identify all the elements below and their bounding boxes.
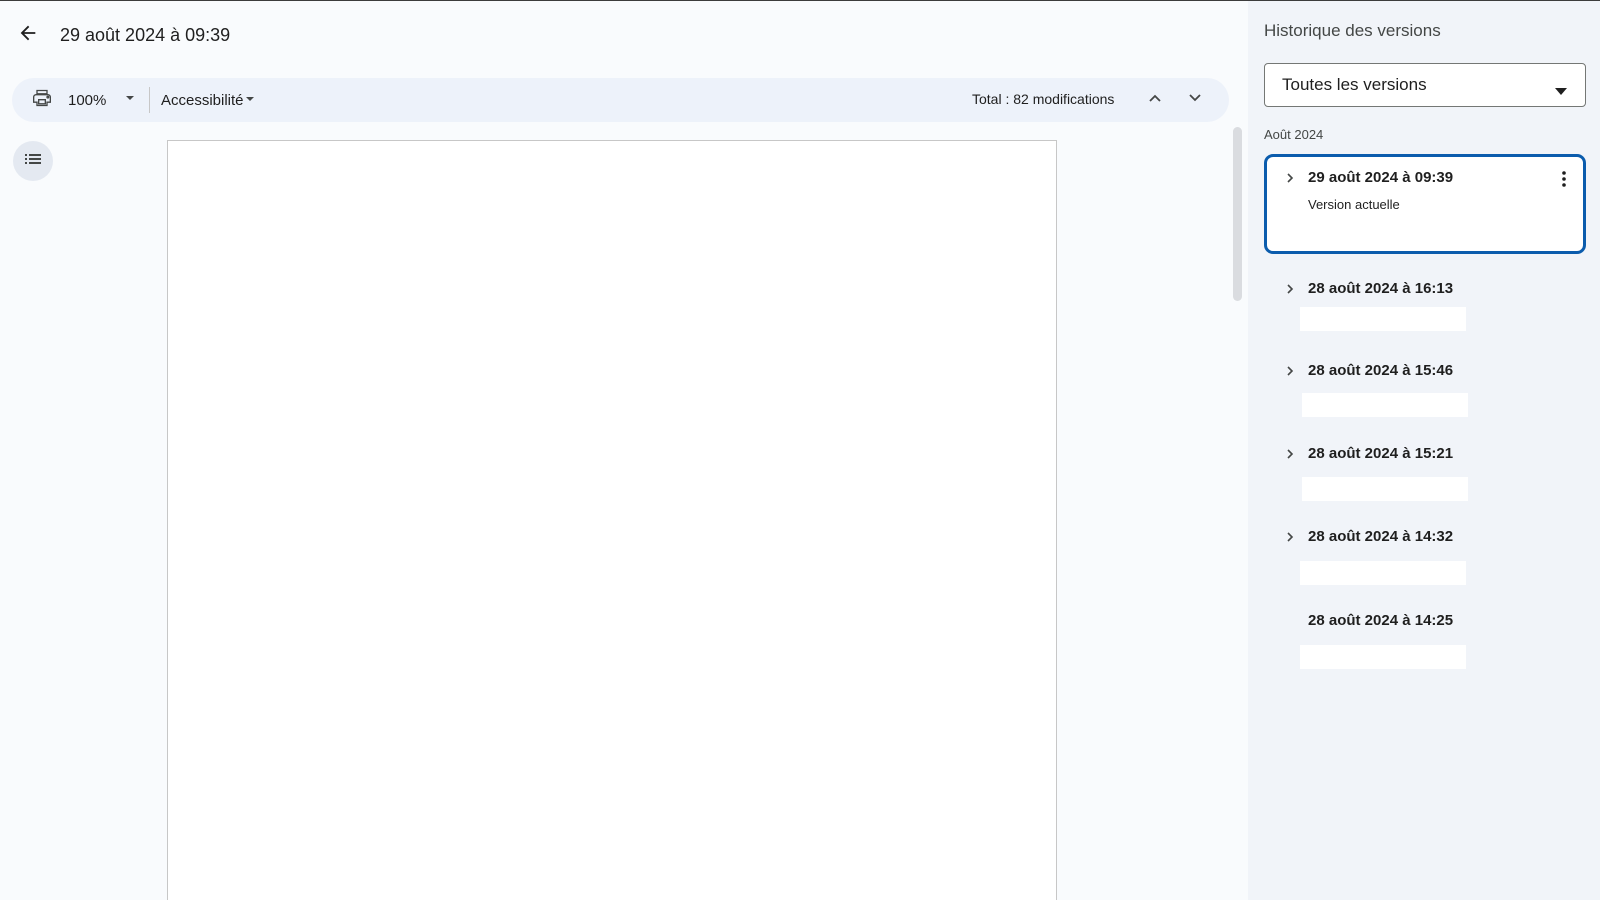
header: 29 août 2024 à 09:39 [0, 1, 1248, 71]
version-subtitle: Version actuelle [1308, 197, 1400, 212]
version-filter-value: Toutes les versions [1282, 75, 1427, 94]
caret-down-icon [244, 91, 256, 109]
caret-down-icon [124, 91, 136, 109]
scrollbar-thumb[interactable] [1233, 127, 1242, 301]
zoom-value: 100% [68, 91, 107, 109]
redacted-author [1302, 393, 1468, 417]
version-item-selected[interactable]: 29 août 2024 à 09:39 Version actuelle [1264, 154, 1586, 254]
page-title: 29 août 2024 à 09:39 [60, 25, 231, 45]
chevron-right-icon[interactable] [1282, 170, 1298, 186]
version-item[interactable]: 28 août 2024 à 15:21 [1264, 439, 1586, 509]
more-vert-icon[interactable] [1554, 169, 1574, 189]
chevron-down-icon [1188, 91, 1202, 110]
redacted-author [1300, 561, 1466, 585]
chevron-right-icon[interactable] [1282, 363, 1298, 379]
print-button[interactable] [30, 88, 54, 112]
chevron-up-icon [1148, 91, 1162, 110]
redacted-author [1302, 477, 1468, 501]
chevron-right-icon[interactable] [1282, 281, 1298, 297]
month-label: Août 2024 [1264, 127, 1324, 142]
accessibility-label: Accessibilité [161, 91, 244, 109]
print-icon [32, 88, 52, 113]
previous-change-button[interactable] [1143, 88, 1167, 112]
outline-button[interactable] [13, 141, 53, 181]
panel-title: Historique des versions [1264, 21, 1441, 40]
back-button[interactable] [12, 19, 44, 51]
version-filter-select[interactable]: Toutes les versions [1264, 63, 1586, 107]
version-item[interactable]: 28 août 2024 à 14:25 [1264, 607, 1586, 677]
zoom-select[interactable]: 100% [68, 88, 136, 112]
version-date: 28 août 2024 à 16:13 [1308, 280, 1454, 297]
version-item[interactable]: 28 août 2024 à 14:32 [1264, 523, 1586, 593]
chevron-right-icon[interactable] [1282, 446, 1298, 462]
version-item[interactable]: 28 août 2024 à 16:13 [1264, 271, 1586, 341]
version-date: 28 août 2024 à 15:21 [1308, 445, 1454, 462]
version-date: 28 août 2024 à 14:32 [1308, 528, 1454, 545]
version-date: 29 août 2024 à 09:39 [1308, 169, 1454, 186]
caret-down-icon [1555, 83, 1567, 101]
version-date: 28 août 2024 à 14:25 [1308, 612, 1454, 629]
toolbar-divider [149, 87, 150, 113]
document-page[interactable] [167, 140, 1057, 900]
version-item[interactable]: 28 août 2024 à 15:46 [1264, 355, 1586, 425]
version-history-panel: Historique des versions Toutes les versi… [1248, 1, 1600, 900]
redacted-author [1300, 645, 1466, 669]
redacted-author [1300, 307, 1466, 331]
version-date: 28 août 2024 à 15:46 [1308, 362, 1454, 379]
chevron-right-icon[interactable] [1282, 529, 1298, 545]
total-changes: Total : 82 modifications [972, 91, 1115, 107]
next-change-button[interactable] [1183, 88, 1207, 112]
list-icon [24, 150, 42, 173]
arrow-left-icon [17, 22, 39, 49]
accessibility-menu[interactable]: Accessibilité [161, 89, 256, 111]
toolbar: 100% Accessibilité Total : 82 modificati… [12, 78, 1229, 122]
